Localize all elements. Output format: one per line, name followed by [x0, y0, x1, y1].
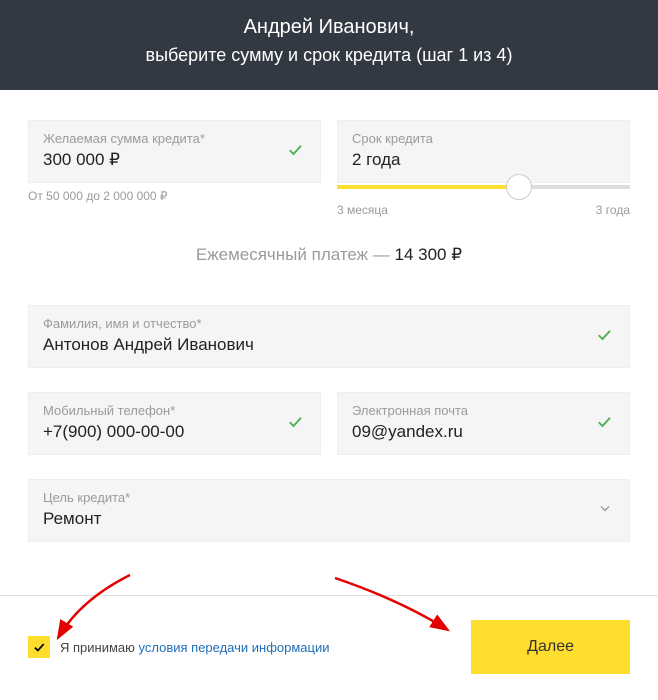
fullname-value: Антонов Андрей Иванович: [43, 335, 615, 355]
consent-text: Я принимаю условия передачи информации: [60, 640, 330, 655]
term-label: Срок кредита: [352, 131, 615, 146]
chevron-down-icon: [597, 500, 613, 521]
check-icon: [595, 325, 613, 348]
term-field[interactable]: Срок кредита 2 года: [337, 120, 630, 183]
term-max: 3 года: [596, 203, 630, 217]
email-value: 09@yandex.ru: [352, 422, 615, 442]
purpose-label: Цель кредита*: [43, 490, 615, 505]
phone-label: Мобильный телефон*: [43, 403, 306, 418]
phone-value: +7(900) 000-00-00: [43, 422, 306, 442]
purpose-field[interactable]: Цель кредита* Ремонт: [28, 479, 630, 542]
check-icon: [286, 412, 304, 435]
purpose-value: Ремонт: [43, 509, 615, 529]
amount-hint: От 50 000 до 2 000 000 ₽: [28, 189, 321, 203]
amount-value: 300 000 ₽: [43, 150, 306, 170]
amount-field[interactable]: Желаемая сумма кредита* 300 000 ₽: [28, 120, 321, 183]
slider-labels: 3 месяца 3 года: [337, 203, 630, 217]
fullname-label: Фамилия, имя и отчество*: [43, 316, 615, 331]
amount-label: Желаемая сумма кредита*: [43, 131, 306, 146]
consent-link[interactable]: условия передачи информации: [139, 640, 330, 655]
phone-field[interactable]: Мобильный телефон* +7(900) 000-00-00: [28, 392, 321, 455]
term-slider[interactable]: [337, 185, 630, 189]
header: Андрей Иванович, выберите сумму и срок к…: [0, 0, 658, 90]
slider-fill: [337, 185, 519, 189]
slider-thumb[interactable]: [506, 174, 532, 200]
check-icon: [595, 412, 613, 435]
check-icon: [286, 140, 304, 163]
header-name: Андрей Иванович,: [20, 16, 638, 39]
term-min: 3 месяца: [337, 203, 388, 217]
email-field[interactable]: Электронная почта 09@yandex.ru: [337, 392, 630, 455]
term-value: 2 года: [352, 150, 615, 170]
consent-checkbox[interactable]: [28, 636, 50, 658]
fullname-field[interactable]: Фамилия, имя и отчество* Антонов Андрей …: [28, 305, 630, 368]
header-subtitle: выберите сумму и срок кредита (шаг 1 из …: [20, 45, 638, 66]
monthly-payment: Ежемесячный платеж — 14 300 ₽: [28, 245, 630, 265]
email-label: Электронная почта: [352, 403, 615, 418]
consent-block: Я принимаю условия передачи информации: [28, 636, 330, 658]
next-button[interactable]: Далее: [471, 620, 630, 674]
